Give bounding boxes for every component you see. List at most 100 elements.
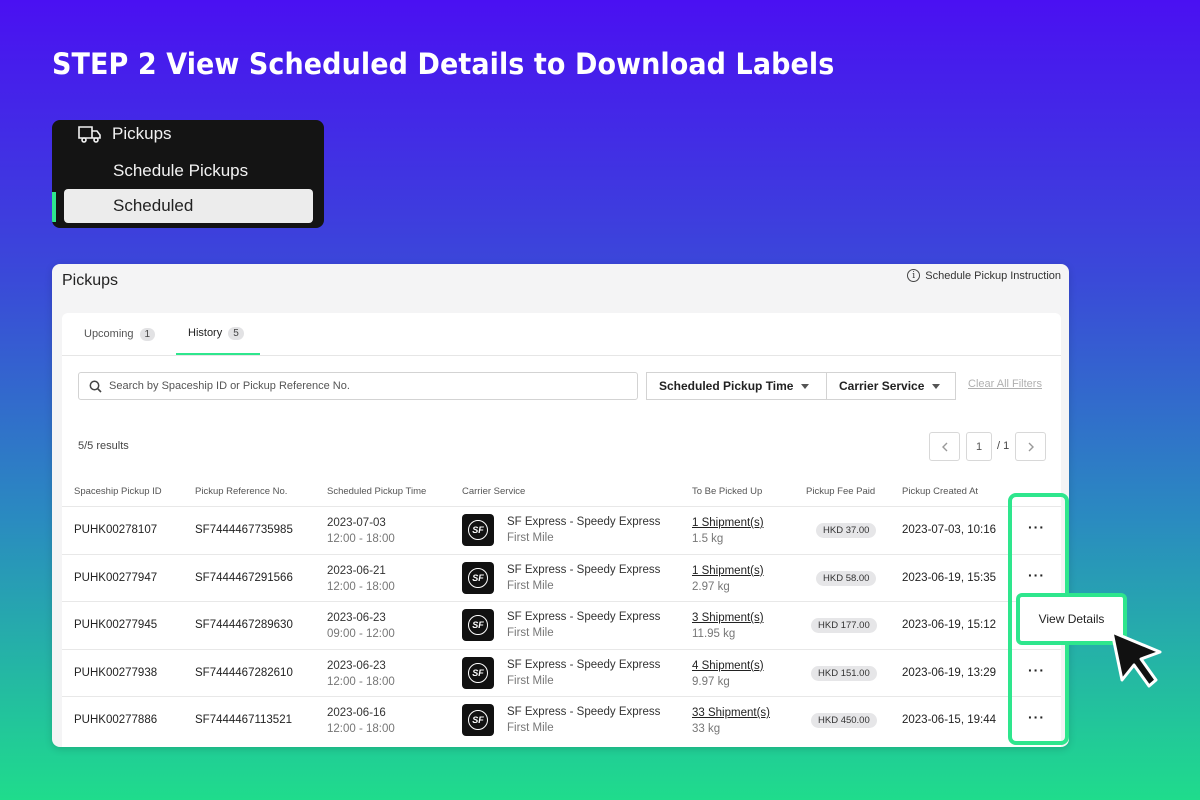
- pickup-id: PUHK00277938: [74, 666, 158, 679]
- chevron-left-icon: [941, 442, 947, 451]
- table-row[interactable]: PUHK00277938 SF7444467282610 2023-06-23 12:…: [62, 648, 1061, 697]
- carrier-service: SF Express - Speedy Express First Mile: [507, 657, 660, 689]
- carrier-name: SF Express - Speedy Express: [507, 516, 661, 528]
- to-be-picked-up: 3 Shipment(s) 11.95 kg: [692, 610, 764, 642]
- table-row[interactable]: PUHK00278107 SF7444467735985 2023-07-03 12:…: [62, 506, 1061, 554]
- search-input[interactable]: Search by Spaceship ID or Pickup Referen…: [78, 372, 638, 400]
- filter-carrier-service[interactable]: Carrier Service: [826, 372, 956, 400]
- scheduled-date: 2023-06-21: [327, 564, 386, 577]
- schedule-instruction-link[interactable]: i Schedule Pickup Instruction: [907, 269, 1061, 282]
- active-indicator: [52, 192, 56, 222]
- info-icon: i: [907, 269, 921, 282]
- pickup-id: PUHK00277947: [74, 571, 158, 584]
- next-page-button[interactable]: [1015, 432, 1046, 461]
- pickup-reference: SF7444467735985: [195, 524, 293, 536]
- instruction-label: Schedule Pickup Instruction: [925, 269, 1061, 282]
- table-row[interactable]: PUHK00277945 SF7444467289630 2023-06-23 09:…: [62, 601, 1061, 649]
- pickup-reference: SF7444467113521: [195, 714, 292, 726]
- tab-upcoming-count: 1: [139, 327, 156, 341]
- shipments-link[interactable]: 4 Shipment(s): [692, 658, 764, 674]
- pickup-weight: 2.97 kg: [692, 580, 730, 593]
- cursor-pointer-icon: [1110, 630, 1162, 688]
- sf-logo-text: SF: [468, 615, 488, 635]
- prev-page-button[interactable]: [929, 432, 960, 461]
- fee-badge: HKD 37.00: [816, 523, 877, 538]
- scheduled-time: 2023-06-23 09:00 - 12:00: [327, 610, 395, 642]
- scheduled-window: 12:00 - 18:00: [327, 580, 395, 593]
- carrier-mile: First Mile: [507, 722, 554, 734]
- scheduled-date: 2023-06-16: [327, 707, 386, 719]
- tab-history-label: History: [188, 327, 223, 339]
- sf-express-logo: SF: [462, 514, 494, 546]
- carrier-service: SF Express - Speedy Express First Mile: [507, 609, 660, 641]
- column-header: Carrier Service: [462, 486, 526, 497]
- search-placeholder: Search by Spaceship ID or Pickup Referen…: [109, 380, 350, 392]
- shipments-link[interactable]: 33 Shipment(s): [692, 705, 770, 721]
- scheduled-time: 2023-06-21 12:00 - 18:00: [327, 563, 395, 595]
- caret-down-icon: [801, 383, 810, 389]
- filter-label: Carrier Service: [839, 379, 925, 393]
- fee-badge: HKD 450.00: [811, 713, 877, 728]
- filter-label: Scheduled Pickup Time: [659, 379, 794, 393]
- column-header: Pickup Reference No.: [195, 486, 288, 497]
- carrier-mile: First Mile: [507, 674, 554, 687]
- to-be-picked-up: 1 Shipment(s) 1.5 kg: [692, 515, 764, 547]
- column-header: To Be Picked Up: [692, 486, 763, 497]
- sf-logo-text: SF: [468, 520, 488, 540]
- sidebar-item-schedule-pickups[interactable]: Schedule Pickups: [113, 161, 248, 181]
- scheduled-window: 12:00 - 18:00: [327, 723, 395, 735]
- page-title: Pickups: [62, 272, 119, 289]
- filter-scheduled-pickup-time[interactable]: Scheduled Pickup Time: [646, 372, 827, 400]
- scheduled-date: 2023-06-23: [327, 612, 386, 624]
- carrier-service: SF Express - Speedy Express First Mile: [507, 704, 660, 736]
- created-at: 2023-06-15, 19:44: [902, 714, 996, 726]
- scheduled-time: 2023-06-23 12:00 - 18:00: [327, 658, 395, 690]
- sidebar-item-scheduled[interactable]: Scheduled: [64, 189, 313, 223]
- table-row[interactable]: PUHK00277947 SF7444467291566 2023-06-21 12:…: [62, 553, 1061, 602]
- table-row[interactable]: PUHK00277886 SF7444467113521 2023-06-16 12:…: [62, 696, 1061, 744]
- carrier-mile: First Mile: [507, 627, 554, 639]
- search-icon: [89, 380, 102, 393]
- page-number-input[interactable]: 1: [966, 432, 992, 461]
- sidebar-section-pickups[interactable]: Pickups: [78, 124, 172, 144]
- pickup-id: PUHK00277886: [74, 714, 158, 726]
- tab-upcoming[interactable]: Upcoming 1: [72, 313, 167, 355]
- pickup-reference: SF7444467282610: [195, 666, 293, 679]
- column-header: Pickup Fee Paid: [806, 486, 876, 497]
- sf-express-logo: SF: [462, 609, 494, 641]
- step-headline: STEP 2 View Scheduled Details to Downloa…: [52, 47, 835, 81]
- shipments-link[interactable]: 1 Shipment(s): [692, 563, 764, 579]
- sf-logo-text: SF: [468, 662, 488, 683]
- created-at: 2023-06-19, 13:29: [902, 666, 996, 679]
- carrier-name: SF Express - Speedy Express: [507, 563, 661, 576]
- carrier-name: SF Express - Speedy Express: [507, 611, 661, 623]
- pickups-card: Pickups i Schedule Pickup Instruction Up…: [52, 264, 1069, 747]
- sf-logo-text: SF: [468, 567, 488, 588]
- sidebar-section-label: Pickups: [112, 124, 172, 143]
- pickup-weight: 11.95 kg: [692, 628, 736, 640]
- scheduled-window: 09:00 - 12:00: [327, 628, 395, 640]
- tab-history[interactable]: History 5: [176, 313, 260, 355]
- tab-bar: Upcoming 1 History 5: [62, 313, 1061, 356]
- fee-badge: HKD 151.00: [811, 665, 877, 681]
- to-be-picked-up: 4 Shipment(s) 9.97 kg: [692, 658, 764, 690]
- pickup-weight: 9.97 kg: [692, 675, 730, 688]
- created-at: 2023-06-19, 15:12: [902, 619, 996, 631]
- page-total: / 1: [997, 440, 1010, 452]
- pickup-reference: SF7444467291566: [195, 571, 293, 584]
- sf-logo-text: SF: [468, 710, 488, 730]
- results-count: 5/5 results: [78, 440, 129, 452]
- sidebar-snippet: Pickups Schedule Pickups Scheduled: [52, 120, 324, 228]
- fee-badge: HKD 177.00: [811, 618, 877, 633]
- pickup-id: PUHK00277945: [74, 619, 158, 631]
- scheduled-date: 2023-07-03: [327, 517, 386, 529]
- sf-express-logo: SF: [462, 656, 494, 689]
- pickup-id: PUHK00278107: [74, 524, 158, 536]
- carrier-mile: First Mile: [507, 532, 554, 544]
- shipments-link[interactable]: 1 Shipment(s): [692, 515, 764, 531]
- scheduled-window: 12:00 - 18:00: [327, 533, 395, 545]
- shipments-link[interactable]: 3 Shipment(s): [692, 610, 764, 626]
- clear-filters-link[interactable]: Clear All Filters: [968, 378, 1042, 390]
- pickup-reference: SF7444467289630: [195, 619, 293, 631]
- scheduled-window: 12:00 - 18:00: [327, 675, 395, 688]
